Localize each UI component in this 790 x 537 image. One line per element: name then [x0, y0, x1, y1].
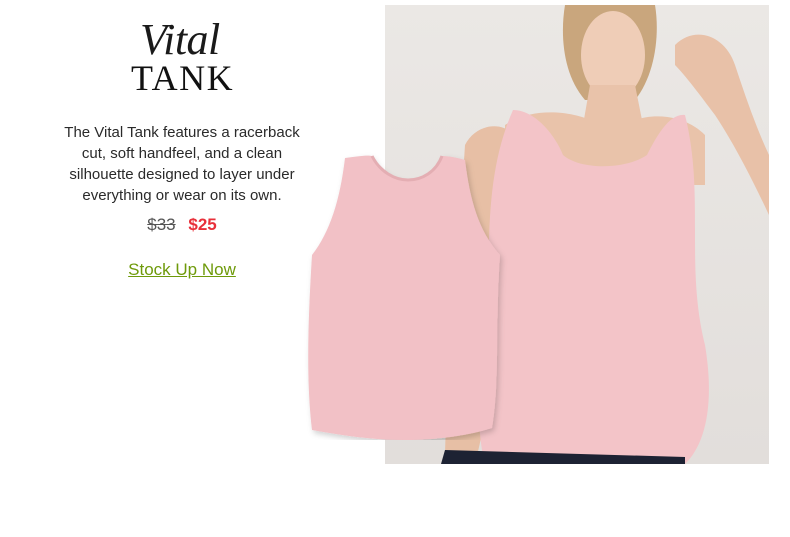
title-script: Vital: [140, 15, 220, 64]
title-main: TANK: [131, 58, 235, 98]
stock-up-link[interactable]: Stock Up Now: [128, 260, 236, 279]
sale-price: $25: [188, 215, 217, 234]
flat-product-image: [300, 150, 510, 440]
original-price: $33: [147, 215, 176, 234]
tank-flatlay: [308, 155, 500, 440]
product-description: The Vital Tank features a racerback cut,…: [64, 124, 300, 204]
